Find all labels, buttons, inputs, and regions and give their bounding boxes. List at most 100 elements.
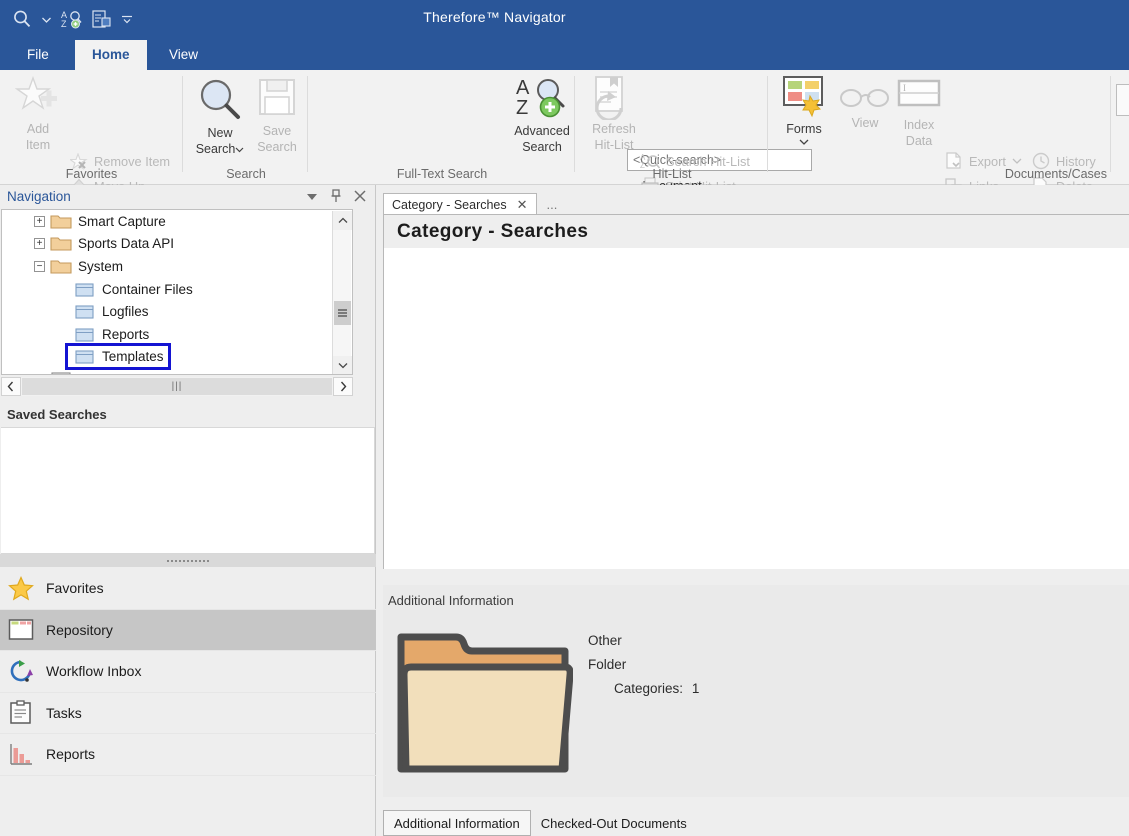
expander-plus-icon[interactable]: +: [34, 238, 45, 249]
tree-row[interactable]: + Insurance Claim: [2, 368, 352, 375]
expander-plus-icon[interactable]: +: [34, 374, 45, 375]
scrollbar-thumb[interactable]: [334, 301, 351, 325]
saved-searches-title: Saved Searches: [7, 407, 107, 422]
tree-row[interactable]: − System: [2, 255, 352, 278]
additional-information-metadata: Other Folder Categories: 1: [588, 629, 699, 701]
close-icon[interactable]: ✕: [517, 197, 528, 213]
tab-home[interactable]: Home: [75, 40, 147, 70]
save-search-label-1: Save: [263, 124, 292, 138]
sidebar-item-tasks[interactable]: Tasks: [0, 693, 376, 735]
bottom-tab-checked-out-documents[interactable]: Checked-Out Documents: [531, 810, 697, 836]
view-button[interactable]: View: [835, 80, 895, 130]
navigation-tree[interactable]: + Smart Capture + Sports Data API − Syst…: [1, 209, 353, 375]
tab-view[interactable]: View: [152, 40, 215, 70]
tree-row[interactable]: + Sports Data API: [2, 233, 352, 256]
new-search-label-text: Search: [196, 142, 236, 156]
folder-open-icon: [50, 258, 72, 275]
group-separator: [182, 76, 183, 172]
close-icon[interactable]: [354, 190, 366, 202]
glasses-icon: [839, 80, 891, 114]
refresh-hit-list-icon: [591, 74, 637, 120]
add-item-label-2: Item: [26, 138, 50, 152]
folder-illustration: [393, 625, 573, 785]
forms-dropdown-chevron[interactable]: [799, 138, 809, 146]
refresh-hit-list-button[interactable]: Refresh Hit-List: [584, 74, 644, 152]
tree-row[interactable]: Reports: [2, 323, 352, 346]
panel-splitter-handle[interactable]: [0, 554, 376, 567]
scrollbar-thumb-horizontal[interactable]: |||: [22, 378, 332, 395]
app-title: Therefore™ Navigator: [0, 9, 1129, 25]
sidebar-item-workflow-inbox[interactable]: Workflow Inbox: [0, 651, 376, 693]
group-separator: [574, 76, 575, 172]
ribbon-group-documents-cases: Forms View I Index Data: [769, 70, 1111, 185]
ribbon-group-full-text-search: Document Content Index Data A Z Advanced…: [309, 70, 575, 185]
document-tabstrip: Category - Searches ✕ ...: [383, 193, 567, 215]
view-label: View: [852, 116, 879, 130]
scroll-right-icon[interactable]: [333, 377, 353, 396]
category-icon: [74, 326, 96, 343]
document-tab-label: Category - Searches: [392, 198, 507, 212]
tree-horizontal-scrollbar[interactable]: |||: [1, 377, 353, 396]
advanced-search-label-2: Search: [522, 140, 562, 154]
content-panel: Category - Searches: [383, 214, 1129, 569]
forms-button[interactable]: Forms: [774, 74, 834, 146]
tree-row[interactable]: Logfiles: [2, 300, 352, 323]
new-search-button[interactable]: New Search: [190, 76, 250, 156]
save-search-label-2: Search: [257, 140, 297, 154]
add-item-label-1: Add: [27, 122, 49, 136]
chevron-down-icon[interactable]: [306, 192, 318, 201]
tree-label: Insurance Claim: [78, 372, 176, 375]
category-icon: [74, 281, 96, 298]
bottom-tab-additional-information[interactable]: Additional Information: [383, 810, 531, 836]
forms-icon: [780, 74, 828, 120]
document-tab-category-searches[interactable]: Category - Searches ✕: [383, 193, 537, 215]
repository-icon: [8, 617, 34, 642]
star-icon: [8, 576, 34, 601]
sidebar-item-favorites[interactable]: Favorites: [0, 568, 376, 610]
chevron-down-icon: [799, 138, 809, 146]
scroll-up-icon[interactable]: [333, 211, 352, 230]
category-icon: [74, 303, 96, 320]
group-label-documents-cases: Documents/Cases: [769, 167, 1111, 181]
tab-file[interactable]: File: [10, 40, 66, 70]
sidebar-item-reports[interactable]: Reports: [0, 734, 376, 776]
tree-row-selected[interactable]: Templates: [2, 346, 352, 369]
index-data-label-2: Data: [906, 134, 932, 148]
group-label-favorites: Favorites: [0, 167, 183, 181]
saved-searches-list[interactable]: [1, 427, 375, 554]
folder-closed-icon: [50, 213, 72, 230]
advanced-search-icon: A Z: [514, 74, 570, 122]
scroll-down-icon[interactable]: [333, 356, 352, 375]
tree-row[interactable]: Container Files: [2, 278, 352, 301]
bar-chart-icon: [8, 742, 34, 767]
advanced-search-button[interactable]: A Z Advanced Search: [506, 74, 578, 154]
expander-plus-icon[interactable]: +: [34, 216, 45, 227]
page-title: Category - Searches: [384, 215, 1129, 248]
pin-icon[interactable]: [330, 189, 342, 203]
save-search-button[interactable]: Save Search: [247, 76, 307, 154]
add-item-icon: [15, 76, 61, 120]
chevron-down-icon: [235, 145, 244, 154]
ribbon-group-search: New Search Save Search Search: [184, 70, 308, 185]
info-categories-row: Categories: 1: [588, 677, 699, 701]
tab-overflow-ellipsis[interactable]: ...: [537, 197, 568, 212]
sidebar-item-label: Workflow Inbox: [46, 663, 141, 679]
add-item-button[interactable]: Add Item: [8, 76, 68, 152]
overflow-button[interactable]: [1116, 84, 1129, 116]
tree-label: Reports: [102, 327, 149, 342]
folder-icon: [393, 625, 573, 785]
tree-vertical-scrollbar[interactable]: [332, 211, 351, 375]
tree-row[interactable]: + Smart Capture: [2, 210, 352, 233]
category-icon: [74, 348, 96, 365]
refresh-hit-list-label-1: Refresh: [592, 122, 636, 136]
ribbon: Add Item Remove Item Move Up Move Down F…: [0, 70, 1129, 185]
scroll-left-icon[interactable]: [1, 377, 21, 396]
new-search-label-2: Search: [196, 142, 245, 156]
tree-label: Sports Data API: [78, 236, 174, 251]
tree-label: Logfiles: [102, 304, 149, 319]
expander-minus-icon[interactable]: −: [34, 261, 45, 272]
svg-text:A: A: [516, 77, 530, 99]
svg-text:Z: Z: [516, 97, 528, 119]
index-data-button[interactable]: I Index Data: [889, 76, 949, 148]
sidebar-item-repository[interactable]: Repository: [0, 610, 376, 652]
